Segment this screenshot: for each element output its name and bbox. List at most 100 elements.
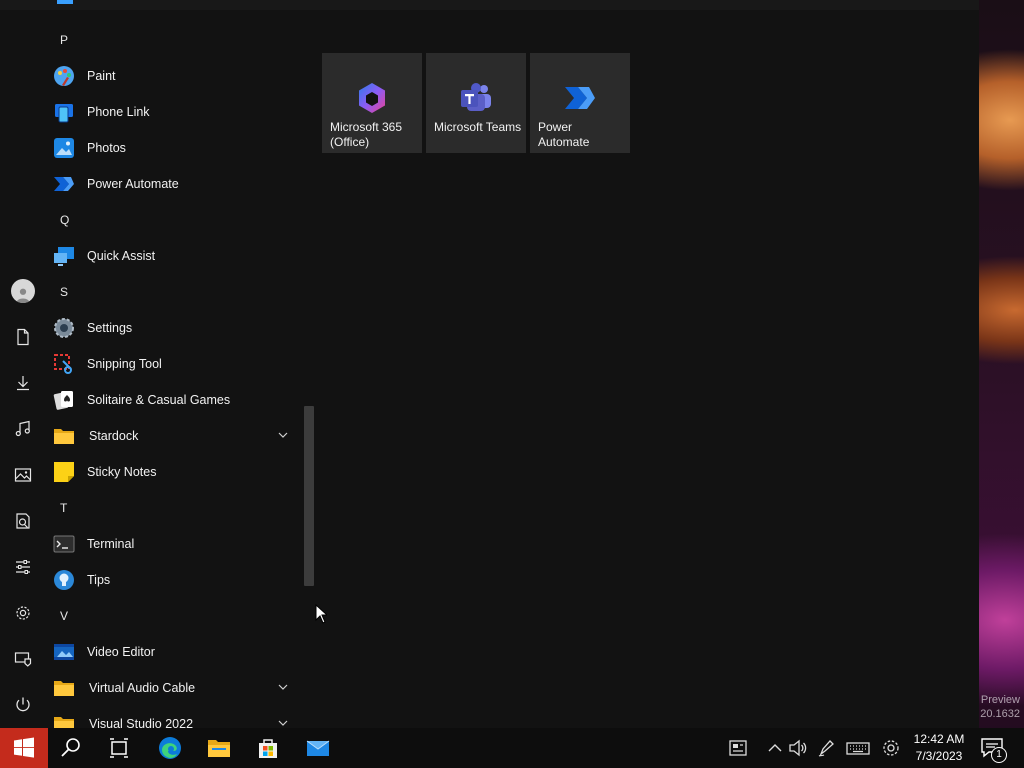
network-button[interactable] (7, 643, 39, 675)
mail-icon (306, 740, 330, 756)
terminal-icon (53, 535, 75, 553)
paint-icon (54, 66, 74, 86)
app-terminal[interactable]: Terminal (46, 526, 302, 562)
start-rail (0, 0, 46, 728)
photos-icon (54, 138, 74, 158)
tile-label: Microsoft 365 (Office) (330, 120, 403, 149)
app-label: Paint (87, 69, 116, 83)
mail-button[interactable] (295, 728, 341, 768)
tile-label: Microsoft Teams (434, 120, 522, 134)
teams-icon (461, 83, 491, 111)
taskbar: 12:42 AM 7/3/2023 1 (0, 728, 1024, 768)
app-solitaire[interactable]: Solitaire & Casual Games (46, 382, 302, 418)
task-view-button[interactable] (96, 728, 142, 768)
news-widget-icon[interactable] (728, 738, 748, 758)
app-label: Terminal (87, 537, 135, 551)
chevron-up-icon[interactable] (765, 738, 785, 758)
folder-label: Virtual Audio Cable (89, 681, 196, 695)
app-label: Power Automate (87, 177, 179, 191)
letter-header-v[interactable]: V (46, 598, 302, 634)
store-icon (259, 739, 277, 758)
folder-icon (54, 681, 74, 696)
app-sticky-notes[interactable]: Sticky Notes (46, 454, 302, 490)
app-list-scrollbar[interactable] (304, 406, 314, 586)
document-icon (17, 328, 29, 346)
pen-icon[interactable] (817, 738, 837, 758)
downloads-button[interactable] (7, 367, 39, 399)
app-quick-assist[interactable]: Quick Assist (46, 238, 302, 274)
app-settings[interactable]: Settings (46, 310, 302, 346)
power-button[interactable] (7, 689, 39, 721)
microsoft-365-icon (359, 83, 385, 113)
microsoft-store-button[interactable] (245, 728, 291, 768)
network-shield-icon (14, 652, 32, 667)
chevron-down-icon (278, 684, 288, 690)
app-label: Snipping Tool (87, 357, 162, 371)
tile-microsoft-teams[interactable]: Microsoft Teams (426, 53, 526, 153)
phone-link-icon (55, 104, 73, 123)
video-editor-icon (54, 644, 74, 660)
file-explorer-button[interactable] (196, 728, 242, 768)
download-icon (17, 376, 29, 391)
app-snipping-tool[interactable]: Snipping Tool (46, 346, 302, 382)
power-automate-icon (565, 87, 595, 109)
solitaire-icon (53, 391, 73, 410)
gear-icon (16, 606, 30, 620)
volume-icon[interactable] (788, 738, 808, 758)
app-video-editor[interactable]: Video Editor (46, 634, 302, 670)
app-label: Sticky Notes (87, 465, 157, 479)
partial-app-icon (57, 0, 73, 4)
windows-logo-icon (14, 737, 34, 758)
notification-count-badge: 1 (991, 747, 1007, 763)
app-power-automate[interactable]: Power Automate (46, 166, 302, 202)
app-paint[interactable]: Paint (46, 58, 302, 94)
start-menu: P Paint Phone Link Photos Power Automate… (0, 0, 979, 728)
app-label: Settings (87, 321, 133, 335)
music-button[interactable] (7, 413, 39, 445)
clock-date: 7/3/2023 (915, 749, 963, 763)
app-label: Tips (87, 573, 111, 587)
personalization-button[interactable] (7, 551, 39, 583)
app-label: Quick Assist (87, 249, 156, 263)
keyboard-icon[interactable] (846, 738, 870, 758)
app-photos[interactable]: Photos (46, 130, 302, 166)
app-tips[interactable]: Tips (46, 562, 302, 598)
video-library-icon (16, 513, 30, 529)
folder-label: Stardock (89, 429, 139, 443)
build-watermark: Preview 20.1632 (980, 693, 1020, 721)
file-explorer-icon (208, 740, 230, 757)
sticky-notes-icon (54, 462, 74, 482)
gear-icon[interactable] (881, 738, 901, 758)
pictures-icon (14, 468, 32, 482)
mouse-cursor-icon (315, 604, 327, 624)
tile-label: Power Automate (538, 120, 590, 149)
power-automate-icon (54, 177, 74, 191)
edge-button[interactable] (147, 728, 193, 768)
list-item-partial-icon (46, 0, 302, 10)
start-button[interactable] (0, 728, 48, 768)
videos-button[interactable] (7, 505, 39, 537)
app-label: Photos (87, 141, 126, 155)
folder-virtual-audio-cable[interactable]: Virtual Audio Cable (46, 670, 302, 706)
tile-power-automate[interactable]: Power Automate (530, 53, 630, 153)
search-icon (61, 738, 80, 757)
search-button[interactable] (48, 728, 94, 768)
letter-header-s[interactable]: S (46, 274, 302, 310)
tile-microsoft-365[interactable]: Microsoft 365 (Office) (322, 53, 422, 153)
letter-header-q[interactable]: Q (46, 202, 302, 238)
letter-header-p[interactable]: P (46, 22, 302, 58)
app-label: Phone Link (87, 105, 150, 119)
snipping-tool-icon (54, 354, 72, 374)
taskbar-clock[interactable]: 12:42 AM 7/3/2023 (906, 731, 972, 765)
pictures-button[interactable] (7, 459, 39, 491)
folder-stardock[interactable]: Stardock (46, 418, 302, 454)
app-label: Solitaire & Casual Games (87, 393, 231, 407)
settings-button[interactable] (7, 597, 39, 629)
documents-button[interactable] (7, 321, 39, 353)
folder-visual-studio-2022[interactable]: Visual Studio 2022 (46, 706, 302, 728)
user-account-button[interactable] (7, 275, 39, 307)
avatar (11, 279, 35, 303)
settings-gear-icon (54, 318, 74, 338)
letter-header-t[interactable]: T (46, 490, 302, 526)
app-phone-link[interactable]: Phone Link (46, 94, 302, 130)
